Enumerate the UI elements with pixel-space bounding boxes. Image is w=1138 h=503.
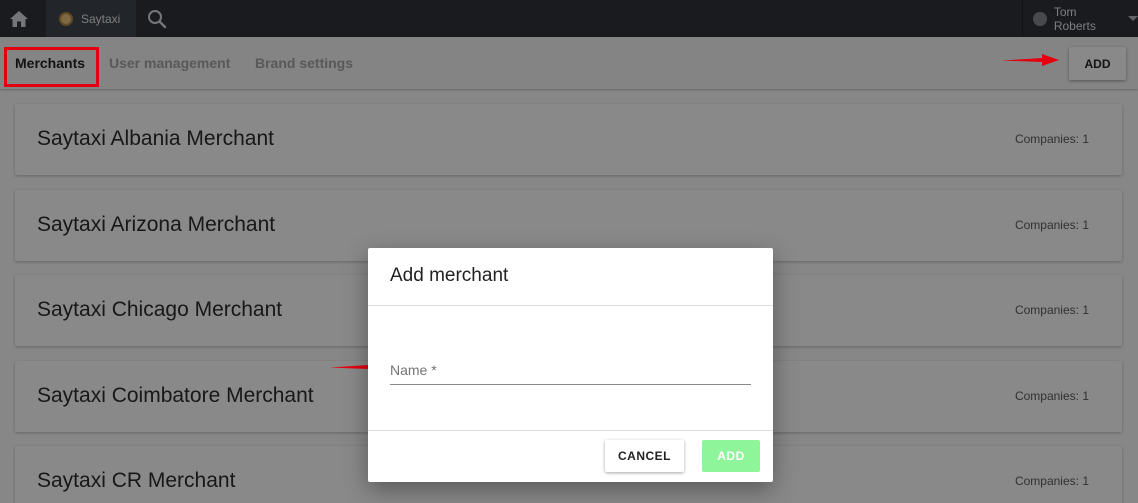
add-merchant-dialog: Add merchant Name * CANCEL ADD bbox=[368, 248, 773, 482]
cancel-button[interactable]: CANCEL bbox=[605, 440, 684, 472]
name-field[interactable]: Name * bbox=[390, 360, 751, 385]
dialog-title: Add merchant bbox=[390, 265, 509, 286]
dialog-add-button[interactable]: ADD bbox=[702, 440, 760, 472]
annotation-highlight-box bbox=[4, 47, 99, 87]
name-field-label: Name * bbox=[390, 362, 437, 378]
annotation-arrow-icon bbox=[1002, 54, 1059, 66]
divider bbox=[368, 305, 773, 306]
divider bbox=[368, 430, 773, 431]
